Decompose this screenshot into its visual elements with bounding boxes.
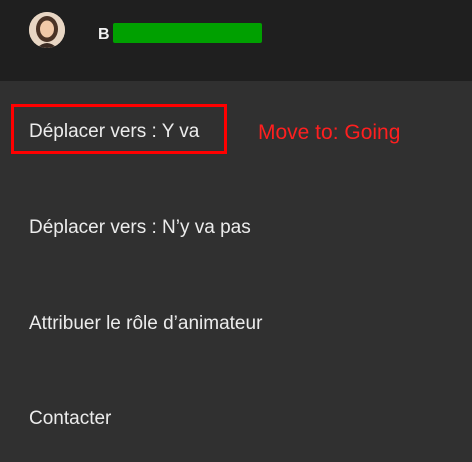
menu-item-assign-host-role[interactable]: Attribuer le rôle d’animateur — [29, 313, 262, 335]
avatar[interactable] — [29, 12, 65, 48]
redacted-user-name — [113, 23, 262, 43]
user-name-initial: B — [98, 26, 110, 43]
menu-item-move-to-not-going[interactable]: Déplacer vers : N’y va pas — [29, 217, 251, 239]
annotation-label: Move to: Going — [258, 121, 401, 144]
user-avatar-icon — [29, 12, 65, 48]
user-header: B — [0, 0, 472, 81]
highlight-box — [11, 104, 227, 154]
menu-item-contact[interactable]: Contacter — [29, 408, 111, 430]
